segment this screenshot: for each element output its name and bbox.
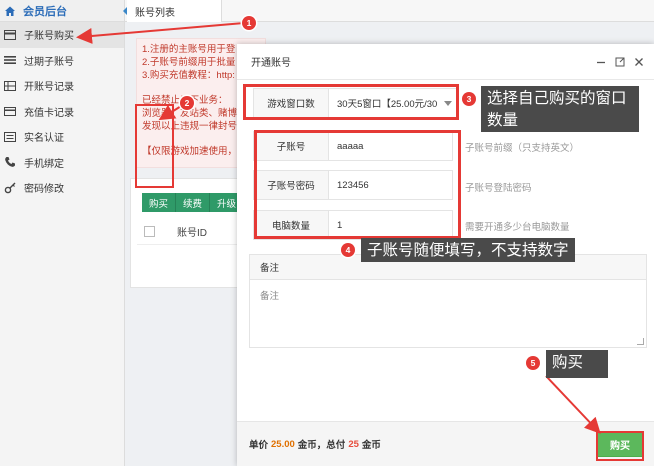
sub-account-hint: 子账号前缀（只支持英文） xyxy=(465,143,580,154)
sidebar-item-real-name-verification[interactable]: 实名认证 xyxy=(0,124,124,150)
close-icon[interactable] xyxy=(633,56,644,67)
coin-unit-label: 金币 xyxy=(361,440,381,451)
id-card-icon xyxy=(4,131,16,143)
grid-icon xyxy=(4,80,16,92)
sidebar-item-account-records[interactable]: 开账号记录 xyxy=(0,73,124,99)
sidebar: 会员后台 子账号购买 过期子账号 开账号记录 充值卡记录 实名认证 手机绑定 密… xyxy=(0,0,125,466)
tab-account-list[interactable]: 账号列表 xyxy=(127,0,222,22)
sidebar-item-label: 充值卡记录 xyxy=(24,107,74,119)
annotation-badge: 1 xyxy=(242,16,256,30)
remark-textarea[interactable] xyxy=(250,280,646,347)
action-buttons: 购买 续费 升级 xyxy=(142,193,245,212)
sidebar-item-label: 实名认证 xyxy=(24,133,64,145)
sidebar-item-label: 密码修改 xyxy=(24,184,64,196)
card-icon xyxy=(4,29,16,41)
annotation-badge: 4 xyxy=(341,243,355,257)
sidebar-header-label: 会员后台 xyxy=(23,5,67,18)
resize-handle[interactable] xyxy=(637,338,644,345)
modal-controls xyxy=(595,56,644,67)
sidebar-item-label: 子账号购买 xyxy=(24,31,74,43)
annotation-badge: 5 xyxy=(526,356,540,370)
minimize-icon[interactable] xyxy=(595,56,606,67)
key-icon xyxy=(4,182,16,194)
modal-title: 开通账号 xyxy=(251,58,291,69)
unit-price-value: 25.00 xyxy=(271,438,295,450)
sidebar-item-label: 手机绑定 xyxy=(24,158,64,170)
callout-window-count: 选择自己购买的窗口数量 xyxy=(481,86,639,132)
password-hint: 子账号登陆密码 xyxy=(465,183,532,194)
remark-field: 备注 xyxy=(249,254,647,348)
total-price-value: 25 xyxy=(348,438,359,450)
annotation-box-account-fields xyxy=(254,130,461,239)
sidebar-item-recharge-card-records[interactable]: 充值卡记录 xyxy=(0,99,124,125)
modal-header: 开通账号 xyxy=(237,44,654,80)
sidebar-item-label: 过期子账号 xyxy=(24,56,74,68)
callout-sub-account: 子账号随便填写，不支持数字 xyxy=(361,238,575,262)
select-all-checkbox[interactable] xyxy=(144,226,155,237)
sidebar-item-phone-binding[interactable]: 手机绑定 xyxy=(0,150,124,176)
sidebar-item-password-change[interactable]: 密码修改 xyxy=(0,175,124,201)
card-stack-icon xyxy=(4,105,16,117)
annotation-badge: 3 xyxy=(462,92,476,106)
callout-buy: 购买 xyxy=(546,350,608,378)
column-header-account-id: 账号ID xyxy=(177,228,207,239)
sidebar-item-sub-account-purchase[interactable]: 子账号购买 xyxy=(0,22,124,48)
home-icon xyxy=(4,5,16,17)
tab-bar: 账号列表 xyxy=(123,0,654,22)
modal-footer: 单价 25.00 金币，总付 25 金币 xyxy=(237,421,654,466)
tab-label: 账号列表 xyxy=(135,7,175,19)
annotation-box-buy-action xyxy=(135,104,174,188)
sidebar-item-label: 开账号记录 xyxy=(24,82,74,94)
unit-price-label: 单价 xyxy=(249,440,269,451)
annotation-badge: 2 xyxy=(180,96,194,110)
sidebar-header[interactable]: 会员后台 xyxy=(0,0,124,22)
list-icon xyxy=(4,54,16,66)
renew-action-button[interactable]: 续费 xyxy=(176,193,211,212)
sidebar-item-expired-sub-accounts[interactable]: 过期子账号 xyxy=(0,48,124,74)
maximize-icon[interactable] xyxy=(614,56,625,67)
phone-icon xyxy=(4,156,16,168)
pc-count-hint: 需要开通多少台电脑数量 xyxy=(465,222,570,233)
coin-total-label: 金币，总付 xyxy=(297,440,346,451)
annotation-box-window-count xyxy=(243,84,459,120)
buy-action-button[interactable]: 购买 xyxy=(142,193,177,212)
annotation-box-buy-button xyxy=(596,431,644,461)
